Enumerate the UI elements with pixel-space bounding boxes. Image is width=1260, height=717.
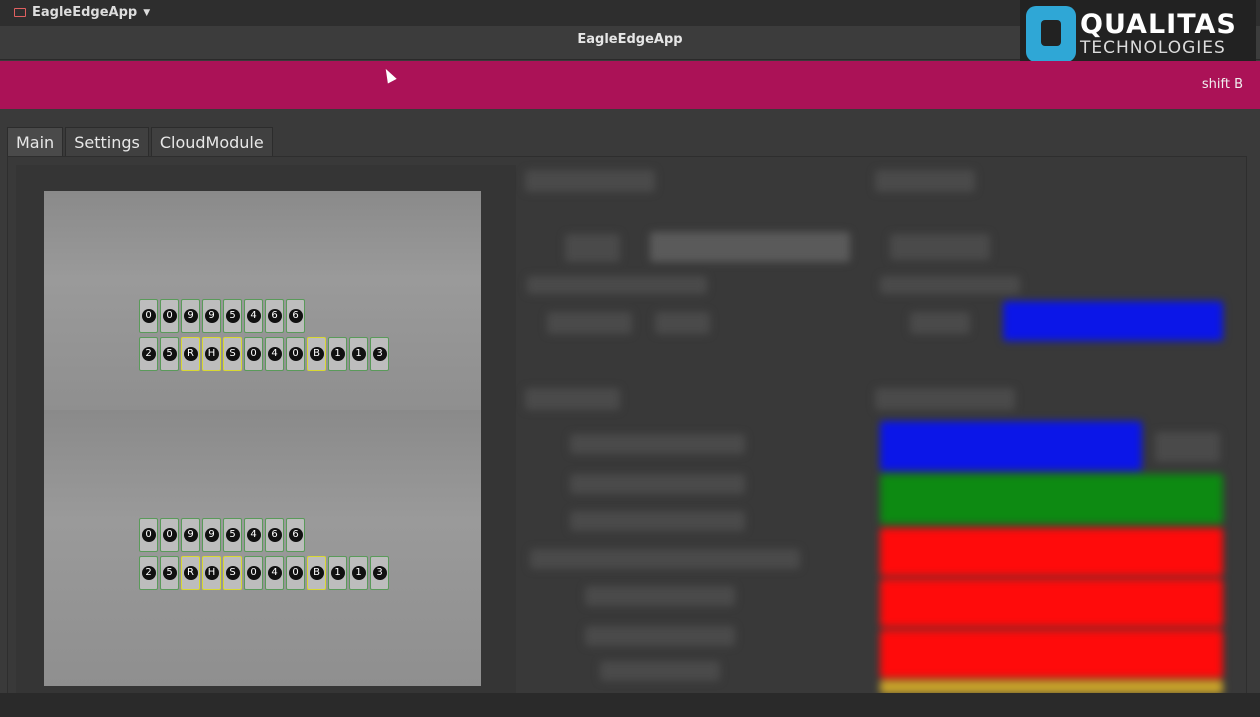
chevron-down-icon: ▼ <box>143 7 151 18</box>
blurred-row <box>570 511 745 531</box>
inspection-image-bottom: 0 0 9 9 5 4 6 6 2 5 R H S 0 4 0 B 1 1 3 <box>44 410 481 686</box>
ocr-char-box: 3 <box>370 337 389 371</box>
blurred-blue-status <box>880 421 1142 471</box>
ocr-char-box: 5 <box>160 337 179 371</box>
ocr-char-box: S <box>223 556 242 590</box>
blurred-row <box>585 626 735 646</box>
logo-word-technologies: TECHNOLOGIES <box>1080 38 1226 58</box>
ocr-char-box: R <box>181 556 200 590</box>
app-window-icon <box>14 8 26 17</box>
ocr-char-box: 5 <box>223 518 242 552</box>
ocr-char-box: S <box>223 337 242 371</box>
ocr-char-box: 1 <box>328 556 347 590</box>
ocr-row-2: 2 5 R H S 0 4 0 B 1 1 3 <box>139 337 389 371</box>
shift-label: shift B <box>1201 77 1243 92</box>
tab-cloudmodule[interactable]: CloudModule <box>150 127 273 157</box>
ocr-char-box: 2 <box>139 556 158 590</box>
ocr-char-box: 0 <box>139 299 158 333</box>
blurred-row <box>570 474 745 494</box>
ocr-char-box: 9 <box>202 518 221 552</box>
ocr-char-box: 0 <box>160 518 179 552</box>
blurred-field[interactable] <box>655 312 710 334</box>
blurred-heading <box>875 170 975 192</box>
blurred-button[interactable] <box>1155 432 1220 462</box>
ocr-char-box: 4 <box>265 556 284 590</box>
ocr-char-box: 5 <box>223 299 242 333</box>
ocr-char-box: 6 <box>286 299 305 333</box>
ocr-row-2: 2 5 R H S 0 4 0 B 1 1 3 <box>139 556 389 590</box>
ocr-char-box: 9 <box>181 299 200 333</box>
ocr-char-box: 1 <box>349 556 368 590</box>
blurred-button[interactable] <box>565 234 620 262</box>
blurred-button[interactable] <box>650 232 850 262</box>
logo-word-qualitas: QUALITAS <box>1080 9 1237 40</box>
ocr-char-box: B <box>307 556 326 590</box>
ocr-char-box: 1 <box>349 337 368 371</box>
ocr-char-box: 4 <box>265 337 284 371</box>
ocr-row-1: 0 0 9 9 5 4 6 6 <box>139 518 305 552</box>
blurred-settings-area <box>515 156 1255 694</box>
ocr-char-box: 1 <box>328 337 347 371</box>
blurred-row <box>530 549 800 569</box>
blurred-blue-indicator <box>1003 301 1223 341</box>
ocr-char-box: 5 <box>160 556 179 590</box>
blurred-label <box>880 276 1020 294</box>
tab-main[interactable]: Main <box>7 127 64 157</box>
blurred-heading <box>525 170 655 192</box>
blurred-red-status <box>880 528 1223 576</box>
ocr-char-box: 9 <box>202 299 221 333</box>
app-menu-label: EagleEdgeApp <box>32 5 138 20</box>
ocr-char-box: 0 <box>286 337 305 371</box>
blurred-red-status <box>880 579 1223 627</box>
ocr-char-box: H <box>202 337 221 371</box>
ocr-char-box: 6 <box>265 518 284 552</box>
ocr-char-box: 6 <box>265 299 284 333</box>
ocr-char-box: 0 <box>160 299 179 333</box>
blurred-heading <box>875 388 1015 410</box>
ocr-char-box: 0 <box>286 556 305 590</box>
blurred-row <box>570 434 745 454</box>
ocr-char-box: 4 <box>244 518 263 552</box>
blurred-button[interactable] <box>890 234 990 260</box>
bottom-strip <box>0 693 1260 717</box>
inspection-image-top: 0 0 9 9 5 4 6 6 2 5 R H S 0 4 0 B 1 1 3 <box>44 191 481 410</box>
blurred-orange-status <box>880 680 1223 694</box>
qualitas-logo: QUALITAS TECHNOLOGIES <box>1020 0 1256 68</box>
blurred-red-status <box>880 630 1223 678</box>
shift-banner: shift B <box>0 61 1260 109</box>
blurred-row <box>585 586 735 606</box>
ocr-char-box: 4 <box>244 299 263 333</box>
ocr-char-box: 2 <box>139 337 158 371</box>
blurred-green-status <box>880 474 1223 524</box>
ocr-char-box: R <box>181 337 200 371</box>
blurred-label <box>527 276 707 294</box>
ocr-char-box: 0 <box>244 337 263 371</box>
ocr-char-box: 9 <box>181 518 200 552</box>
blurred-field[interactable] <box>910 312 970 334</box>
ocr-char-box: 3 <box>370 556 389 590</box>
qualitas-q-icon <box>1026 6 1076 62</box>
tab-settings[interactable]: Settings <box>65 127 149 157</box>
ocr-char-box: B <box>307 337 326 371</box>
app-menu[interactable]: EagleEdgeApp ▼ <box>14 5 150 20</box>
ocr-char-box: H <box>202 556 221 590</box>
ocr-row-1: 0 0 9 9 5 4 6 6 <box>139 299 305 333</box>
ocr-char-box: 0 <box>139 518 158 552</box>
ocr-char-box: 6 <box>286 518 305 552</box>
blurred-row <box>600 661 720 681</box>
blurred-heading <box>525 388 620 410</box>
ocr-char-box: 0 <box>244 556 263 590</box>
blurred-field[interactable] <box>547 312 632 334</box>
main-tabs: Main Settings CloudModule <box>7 127 275 157</box>
